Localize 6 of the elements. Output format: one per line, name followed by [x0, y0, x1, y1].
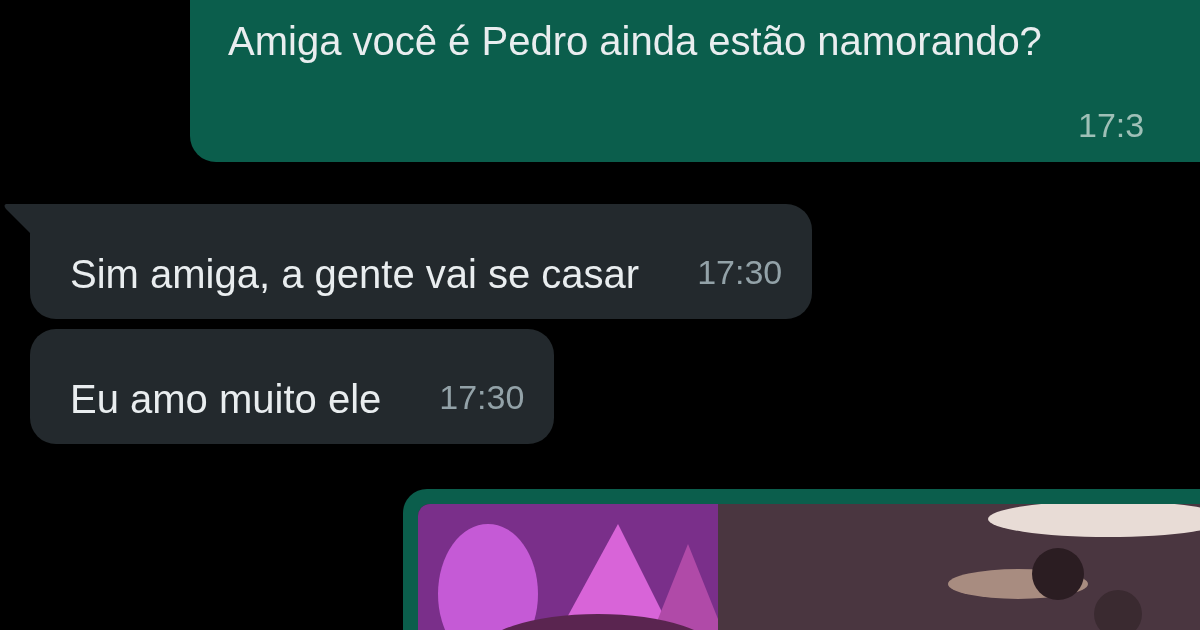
- message-text: Sim amiga, a gente vai se casar: [70, 251, 640, 298]
- message-time: 17:30: [439, 377, 525, 419]
- message-text: Amiga você é Pedro ainda estão namorando?: [228, 18, 1043, 65]
- message-time: 17:30: [697, 252, 783, 294]
- message-time: 17:3: [1078, 105, 1145, 147]
- message-text: Eu amo muito ele: [70, 376, 382, 423]
